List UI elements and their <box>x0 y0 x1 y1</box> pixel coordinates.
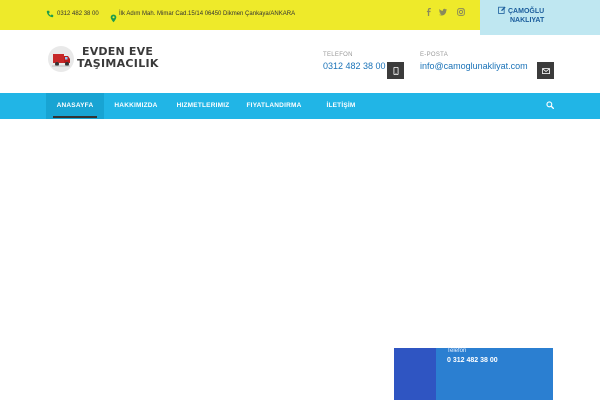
logo-truck-icon[interactable] <box>48 46 74 72</box>
topbar-address: İlk Adım Mah. Mimar Cad.15/14 06450 Dikm… <box>119 11 296 17</box>
header-email[interactable]: info@camoglunakliyat.com <box>420 61 528 71</box>
contact-card-label: Telefon <box>447 348 467 354</box>
contact-card-accent <box>394 348 436 400</box>
map-pin-icon <box>110 10 118 23</box>
phone-icon <box>387 62 404 79</box>
badge-title: ÇAMOĞLU <box>508 8 545 15</box>
company-badge[interactable]: ÇAMOĞLU NAKLIYAT <box>480 0 600 35</box>
facebook-icon[interactable] <box>424 7 434 17</box>
badge-subtitle: NAKLIYAT <box>510 17 545 24</box>
phone-label: TELEFON <box>323 52 353 58</box>
header-phone[interactable]: 0312 482 38 00 <box>323 61 386 71</box>
top-bar: 0312 482 38 00 İlk Adım Mah. Mimar Cad.1… <box>0 0 600 35</box>
search-icon[interactable] <box>544 99 556 111</box>
active-nav-indicator <box>53 116 97 118</box>
instagram-icon[interactable] <box>456 7 466 17</box>
twitter-icon[interactable] <box>438 7 448 17</box>
logo-text-line2[interactable]: TAŞIMACILIK <box>77 57 159 70</box>
nav-item-hakkimizda[interactable]: HAKKIMIZDA <box>108 93 164 119</box>
envelope-icon <box>537 62 554 79</box>
nav-item-iletisim[interactable]: İLETİŞİM <box>314 93 368 119</box>
contact-card-phone[interactable]: 0 312 482 38 00 <box>447 357 498 364</box>
contact-card[interactable] <box>436 348 553 400</box>
edit-icon <box>498 6 506 14</box>
nav-item-fiyatlandirma[interactable]: FIYATLANDIRMA <box>240 93 308 119</box>
phone-icon <box>46 10 54 20</box>
topbar-phone[interactable]: 0312 482 38 00 <box>57 11 99 17</box>
nav-item-hizmetlerimiz[interactable]: HIZMETLERIMIZ <box>172 93 234 119</box>
email-label: E-POSTA <box>420 52 448 58</box>
